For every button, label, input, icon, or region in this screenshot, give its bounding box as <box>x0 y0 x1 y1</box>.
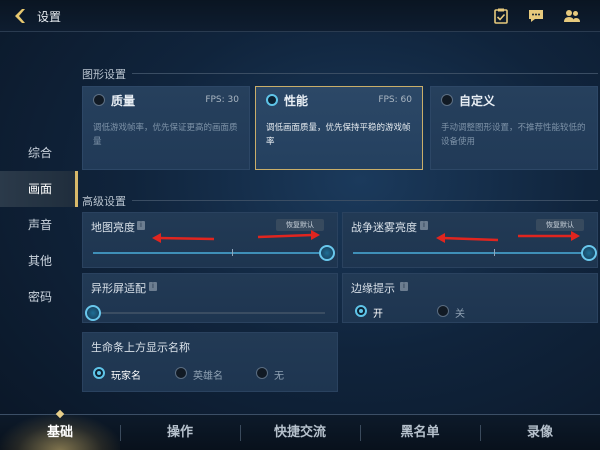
radio-icon <box>93 94 105 106</box>
sidebar-item-password[interactable]: 密码 <box>0 279 78 315</box>
chat-icon <box>529 10 543 22</box>
info-icon[interactable]: i <box>420 221 428 230</box>
notch-adapt-slider-knob[interactable] <box>85 305 101 321</box>
card-fps: FPS: 60 <box>378 95 412 105</box>
back-icon <box>15 9 25 23</box>
radio-selected-icon <box>266 94 278 106</box>
slider-default-tick <box>494 249 495 256</box>
card-name: 性能 <box>284 94 309 108</box>
map-brightness-label: 地图亮度 <box>91 221 135 234</box>
card-description: 手动调整图形设置，不推荐性能较低的设备使用 <box>441 123 586 147</box>
card-description: 调低游戏帧率，优先保证更高的画面质量 <box>93 123 238 147</box>
friends-icon <box>564 10 580 22</box>
graphics-section-title: 图形设置 <box>82 68 126 81</box>
back-button[interactable] <box>10 6 30 26</box>
healthbar-name-label: 生命条上方显示名称 <box>91 341 190 354</box>
edge-hint-off-label[interactable]: 关 <box>455 305 465 320</box>
hero-name-label[interactable]: 英雄名 <box>193 367 223 382</box>
notch-adapt-panel: 异形屏适配 i <box>82 273 338 323</box>
clipboard-check-icon <box>494 8 508 24</box>
graphics-card-custom[interactable]: 自定义 手动调整图形设置，不推荐性能较低的设备使用 <box>430 86 598 170</box>
right-arrow-icon <box>257 230 320 240</box>
info-icon[interactable]: i <box>149 282 157 291</box>
tab-replay[interactable]: 录像 <box>480 415 600 450</box>
section-divider <box>132 200 598 201</box>
tab-controls[interactable]: 操作 <box>120 415 240 450</box>
fog-brightness-label: 战争迷雾亮度 <box>351 221 417 234</box>
friends-button[interactable] <box>563 7 581 25</box>
card-name: 质量 <box>111 94 136 108</box>
hero-name-radio[interactable] <box>175 367 187 379</box>
player-name-label[interactable]: 玩家名 <box>111 367 141 382</box>
slider-default-tick <box>232 249 233 256</box>
player-name-radio[interactable] <box>93 367 105 379</box>
bottom-tab-bar: 基础 操作 快捷交流 黑名单 录像 <box>0 409 600 450</box>
info-icon[interactable]: i <box>137 221 145 230</box>
map-brightness-slider-knob[interactable] <box>319 245 335 261</box>
tab-basic[interactable]: 基础 <box>0 415 120 450</box>
edge-hint-off-radio[interactable] <box>437 305 449 317</box>
tab-blacklist[interactable]: 黑名单 <box>360 415 480 450</box>
none-radio[interactable] <box>256 367 268 379</box>
advanced-section-title: 高级设置 <box>82 195 126 208</box>
fog-brightness-slider-track[interactable] <box>353 252 585 254</box>
edge-hint-label: 边缘提示 <box>351 282 395 295</box>
chat-button[interactable] <box>527 7 545 25</box>
task-button[interactable] <box>492 7 510 25</box>
edge-hint-on-radio[interactable] <box>355 305 367 317</box>
left-arrow-icon <box>152 233 215 243</box>
healthbar-name-panel: 生命条上方显示名称 玩家名 英雄名 无 <box>82 332 338 392</box>
tab-quick-chat[interactable]: 快捷交流 <box>240 415 360 450</box>
left-arrow-icon <box>436 233 499 243</box>
card-name: 自定义 <box>459 94 496 108</box>
notch-adapt-label: 异形屏适配 <box>91 282 146 295</box>
section-divider <box>132 73 598 74</box>
card-description: 调低画面质量，优先保持平稳的游戏帧率 <box>266 123 411 147</box>
right-arrow-icon <box>518 231 580 241</box>
edge-hint-on-label[interactable]: 开 <box>373 305 383 320</box>
graphics-card-quality[interactable]: 质量 FPS: 30 调低游戏帧率，优先保证更高的画面质量 <box>82 86 250 170</box>
info-icon[interactable]: i <box>400 282 408 291</box>
page-title: 设置 <box>37 10 62 24</box>
top-bar: 设置 <box>0 0 600 32</box>
settings-sidebar: 综合 画面 声音 其他 密码 <box>0 135 78 315</box>
sidebar-item-general[interactable]: 综合 <box>0 135 78 171</box>
fog-brightness-slider-knob[interactable] <box>581 245 597 261</box>
notch-adapt-slider-track[interactable] <box>93 312 325 314</box>
map-brightness-slider-track[interactable] <box>93 252 325 254</box>
sidebar-item-display[interactable]: 画面 <box>0 171 78 207</box>
sidebar-item-other[interactable]: 其他 <box>0 243 78 279</box>
none-label[interactable]: 无 <box>274 367 284 382</box>
graphics-card-performance[interactable]: 性能 FPS: 60 调低画面质量，优先保持平稳的游戏帧率 <box>255 86 423 170</box>
edge-hint-panel: 边缘提示 i 开 关 <box>342 273 598 323</box>
radio-icon <box>441 94 453 106</box>
sidebar-item-sound[interactable]: 声音 <box>0 207 78 243</box>
card-fps: FPS: 30 <box>205 95 239 105</box>
